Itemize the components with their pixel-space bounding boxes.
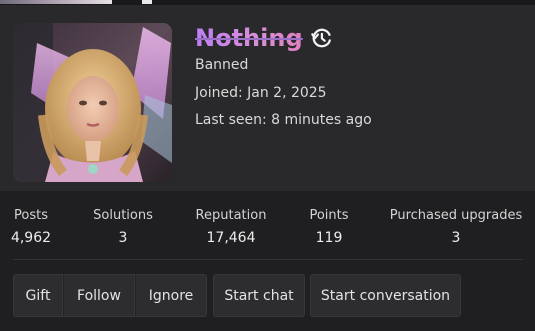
stat-label: Purchased upgrades [389,208,523,223]
profile-header: Nothing Banned Joined: Jan 2, 2025 Last … [0,5,535,191]
last-seen: Last seen: 8 minutes ago [195,112,372,128]
stat-label: Solutions [93,208,153,223]
stat-value: 119 [315,230,343,246]
follow-button[interactable]: Follow [63,274,135,317]
start-conversation-button[interactable]: Start conversation [310,274,461,317]
member-profile-card: Nothing Banned Joined: Jan 2, 2025 Last … [0,0,535,331]
stat-points[interactable]: Points 119 [309,207,348,248]
cover-sliver [0,0,112,4]
stat-label: Posts [14,208,48,223]
stat-solutions[interactable]: Solutions 3 [93,207,153,248]
history-icon[interactable] [309,26,333,50]
tab-marker [142,0,152,4]
stat-label: Reputation [195,208,267,223]
stat-value: 3 [118,230,128,246]
gift-button[interactable]: Gift [13,274,63,317]
avatar[interactable] [13,23,172,182]
stat-value: 17,464 [206,230,256,246]
username[interactable]: Nothing [195,24,303,52]
stat-label: Points [309,208,349,223]
start-chat-button[interactable]: Start chat [213,274,305,317]
divider [13,259,523,260]
stats-row: Posts 4,962 Solutions 3 Reputation 17,46… [0,191,535,261]
user-status: Banned [195,57,249,73]
stat-value: 4,962 [10,230,52,246]
username-row: Nothing [195,21,333,55]
ignore-button[interactable]: Ignore [135,274,207,317]
stat-reputation[interactable]: Reputation 17,464 [196,207,267,248]
stat-purchased-upgrades[interactable]: Purchased upgrades 3 [390,207,523,248]
stat-value: 3 [451,230,461,246]
joined-date: Joined: Jan 2, 2025 [195,85,327,101]
stat-posts[interactable]: Posts 4,962 [11,207,51,248]
user-avatar-photo-icon [13,23,172,182]
